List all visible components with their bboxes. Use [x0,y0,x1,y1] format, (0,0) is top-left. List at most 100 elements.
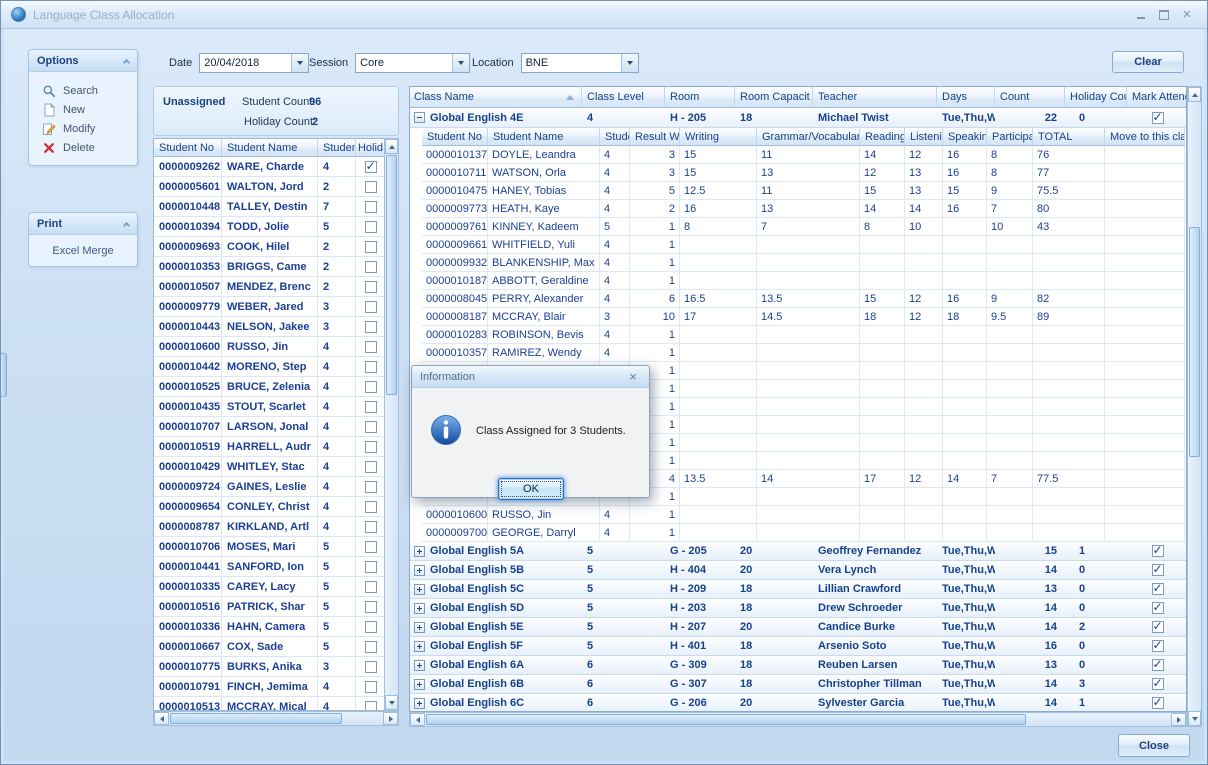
table-row[interactable]: 0000009654CONLEY, Christ4 [154,497,398,517]
student-row[interactable]: 0000009661WHITFIELD, Yuli41 [422,236,1186,254]
class-row[interactable]: Global English 6A6G - 30918Reuben Larsen… [410,656,1186,675]
dialog-titlebar[interactable]: Information × [412,366,649,388]
student-row[interactable]: 0000010475HANEY, Tobias4512.511151315975… [422,182,1186,200]
expand-icon[interactable] [414,546,425,557]
table-row[interactable]: 0000010516PATRICK, Shar5 [154,597,398,617]
close-icon[interactable] [1177,6,1197,24]
column-header[interactable]: Listening [905,128,943,146]
table-row[interactable]: 0000010442MORENO, Step4 [154,357,398,377]
column-header[interactable]: Student No [154,139,222,157]
scrollbar-thumb[interactable] [426,714,1026,725]
student-row[interactable]: 0000008045PERRY, Alexander4616.513.51512… [422,290,1186,308]
scrollbar-thumb[interactable] [386,155,397,395]
mark-attendance-checkbox[interactable] [1152,640,1164,652]
student-row[interactable]: 0000009761KINNEY, Kadeem51878101043 [422,218,1186,236]
column-header[interactable]: Holid [356,139,386,157]
table-row[interactable]: 0000009262WARE, Charde4 [154,157,398,177]
scroll-up-icon[interactable] [1188,87,1201,102]
side-panel-grip[interactable] [1,353,7,397]
column-header[interactable]: Class Level [582,87,665,108]
column-header[interactable]: Result Week [630,128,680,146]
table-row[interactable]: 0000009693COOK, Hilel2 [154,237,398,257]
dropdown-arrow-icon[interactable] [452,54,469,72]
column-header[interactable]: Student L [318,139,356,157]
table-row[interactable]: 0000010519HARRELL, Audr4 [154,437,398,457]
student-row[interactable]: 0000010137DOYLE, Leandra431511141216876 [422,146,1186,164]
expand-icon[interactable] [414,679,425,690]
holiday-checkbox[interactable] [365,221,377,233]
student-row[interactable]: 0000008187MCCRAY, Blair3101714.51812189.… [422,308,1186,326]
holiday-checkbox[interactable] [365,181,377,193]
column-header[interactable]: Speaking [943,128,987,146]
holiday-checkbox[interactable] [365,541,377,553]
table-row[interactable]: 0000010335CAREY, Lacy5 [154,577,398,597]
holiday-checkbox[interactable] [365,501,377,513]
holiday-checkbox[interactable] [365,421,377,433]
date-combobox[interactable]: 20/04/2018 [199,53,309,73]
session-combobox[interactable]: Core [355,53,470,73]
column-header[interactable]: Class Name [410,87,582,108]
holiday-checkbox[interactable] [365,461,377,473]
classes-horizontal-scrollbar[interactable] [409,712,1187,727]
table-row[interactable]: 0000009779WEBER, Jared3 [154,297,398,317]
column-header[interactable]: Teacher [813,87,937,108]
location-combobox[interactable]: BNE [521,53,639,73]
column-header[interactable]: Room Capacit [735,87,813,108]
excel-merge-button[interactable]: Excel Merge [52,245,113,257]
class-row[interactable]: Global English 5C5H - 20918Lillian Crawf… [410,580,1186,599]
minimize-icon[interactable] [1131,6,1151,24]
table-row[interactable]: 0000010448TALLEY, Destin7 [154,197,398,217]
mark-attendance-checkbox[interactable] [1152,602,1164,614]
sidebar-item-new[interactable]: New [42,100,133,119]
class-row[interactable]: Global English 5F5H - 40118Arsenio SotoT… [410,637,1186,656]
scroll-right-icon[interactable] [1171,713,1186,726]
student-row[interactable]: 0000009773HEATH, Kaye421613141416780 [422,200,1186,218]
collapse-chevron-icon[interactable] [123,221,130,228]
dropdown-arrow-icon[interactable] [291,54,308,72]
column-header[interactable]: Mark Attend [1127,87,1187,108]
holiday-checkbox[interactable] [365,641,377,653]
expand-icon[interactable] [414,622,425,633]
table-row[interactable]: 0000010443NELSON, Jakee3 [154,317,398,337]
holiday-checkbox[interactable] [365,661,377,673]
holiday-checkbox[interactable] [365,581,377,593]
column-header[interactable]: Holiday Cour [1065,87,1127,108]
table-row[interactable]: 0000010336HAHN, Camera5 [154,617,398,637]
column-header[interactable]: Student Name [488,128,600,146]
table-row[interactable]: 0000008787KIRKLAND, Artl4 [154,517,398,537]
holiday-checkbox[interactable] [365,321,377,333]
column-header[interactable]: Writing [680,128,757,146]
column-header[interactable]: Grammar/Vocabulary [757,128,860,146]
mark-attendance-checkbox[interactable] [1152,583,1164,595]
column-header[interactable]: Student [600,128,630,146]
holiday-checkbox[interactable] [365,361,377,373]
scroll-left-icon[interactable] [154,712,169,725]
expand-icon[interactable] [414,641,425,652]
class-row[interactable]: Global English 6B6G - 30718Christopher T… [410,675,1186,694]
sidebar-item-delete[interactable]: Delete [42,138,133,157]
holiday-checkbox[interactable] [365,441,377,453]
expand-icon[interactable] [414,565,425,576]
holiday-checkbox[interactable] [365,161,377,173]
column-header[interactable]: Student Name [222,139,318,157]
student-row[interactable]: 0000010283ROBINSON, Bevis41 [422,326,1186,344]
table-row[interactable]: 0000010353BRIGGS, Came2 [154,257,398,277]
mark-attendance-checkbox[interactable] [1152,678,1164,690]
classes-vertical-scrollbar[interactable] [1187,86,1202,727]
holiday-checkbox[interactable] [365,401,377,413]
scroll-left-icon[interactable] [410,713,425,726]
table-row[interactable]: 0000010600RUSSO, Jin4 [154,337,398,357]
scrollbar-thumb[interactable] [1189,227,1200,457]
mark-attendance-checkbox[interactable] [1152,621,1164,633]
mark-attendance-checkbox[interactable] [1152,112,1164,124]
student-row[interactable]: 0000010600RUSSO, Jin41 [422,506,1186,524]
table-row[interactable]: 0000010394TODD, Jolie5 [154,217,398,237]
table-row[interactable]: 0000010513MCCRAY, Mical4 [154,697,398,711]
holiday-checkbox[interactable] [365,481,377,493]
table-row[interactable]: 0000010507MENDEZ, Brenc2 [154,277,398,297]
holiday-checkbox[interactable] [365,561,377,573]
column-header[interactable]: Reading [860,128,905,146]
expand-icon[interactable] [414,660,425,671]
expand-icon[interactable] [414,584,425,595]
dialog-close-icon[interactable]: × [625,369,641,384]
